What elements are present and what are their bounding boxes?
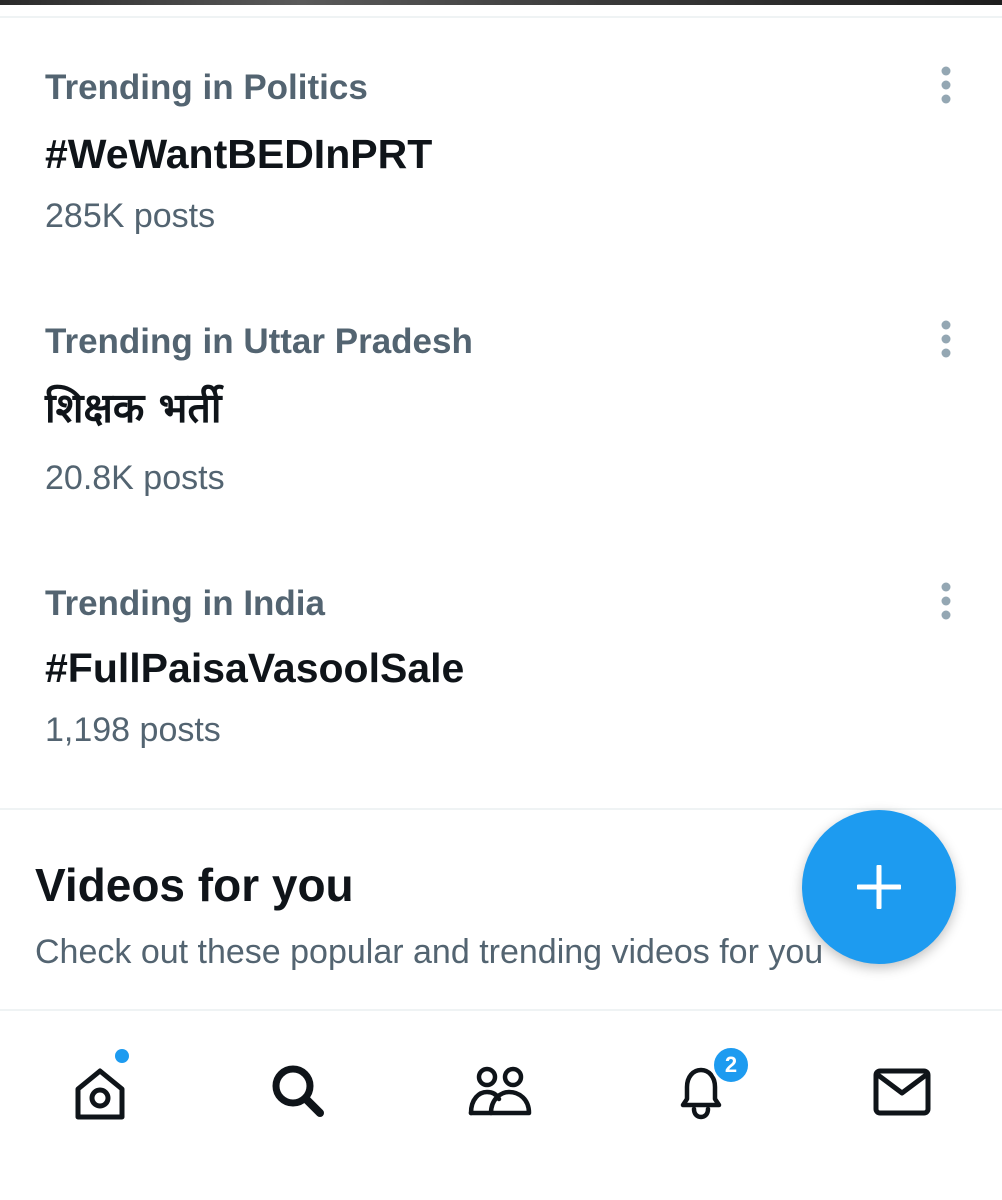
top-media-strip [0,0,1002,5]
notification-badge: 2 [711,1045,751,1085]
section-subtitle: Check out these popular and trending vid… [35,933,824,971]
section-title: Videos for you [35,859,354,911]
more-options-button[interactable] [926,576,966,626]
mail-icon [873,1068,931,1116]
trend-name: #FullPaisaVasoolSale [45,645,465,691]
plus-icon [857,865,901,909]
more-vertical-icon [941,320,951,358]
bottom-navigation: 2 [0,1011,1002,1200]
nav-messages-button[interactable] [862,1051,942,1131]
more-options-button[interactable] [926,314,966,364]
trend-post-count: 1,198 posts [45,711,221,749]
trend-item[interactable]: Trending in India #FullPaisaVasoolSale 1… [0,582,1002,834]
more-vertical-icon [941,582,951,620]
nav-search-button[interactable] [258,1051,338,1131]
trend-name: #WeWantBEDInPRT [45,131,433,177]
nav-communities-button[interactable] [460,1051,540,1131]
trend-item[interactable]: Trending in Uttar Pradesh शिक्षक भर्ती 2… [0,320,1002,572]
trend-post-count: 20.8K posts [45,459,225,497]
explore-page: Trending in Politics #WeWantBEDInPRT 285… [0,0,1002,1200]
divider [0,16,1002,18]
search-icon [272,1065,324,1117]
trend-context: Trending in Uttar Pradesh [45,322,473,361]
trend-name: शिक्षक भर्ती [45,384,222,432]
more-options-button[interactable] [926,60,966,110]
home-icon [75,1068,125,1120]
nav-home-button[interactable] [60,1049,140,1131]
more-vertical-icon [941,66,951,104]
divider [0,808,1002,810]
trend-post-count: 285K posts [45,197,216,235]
communities-icon [468,1066,532,1116]
trend-context: Trending in India [45,584,325,623]
trend-context: Trending in Politics [45,68,368,107]
trend-item[interactable]: Trending in Politics #WeWantBEDInPRT 285… [0,66,1002,318]
nav-notifications-button[interactable]: 2 [661,1045,751,1131]
unread-dot [115,1049,129,1063]
compose-post-button[interactable] [802,810,956,964]
